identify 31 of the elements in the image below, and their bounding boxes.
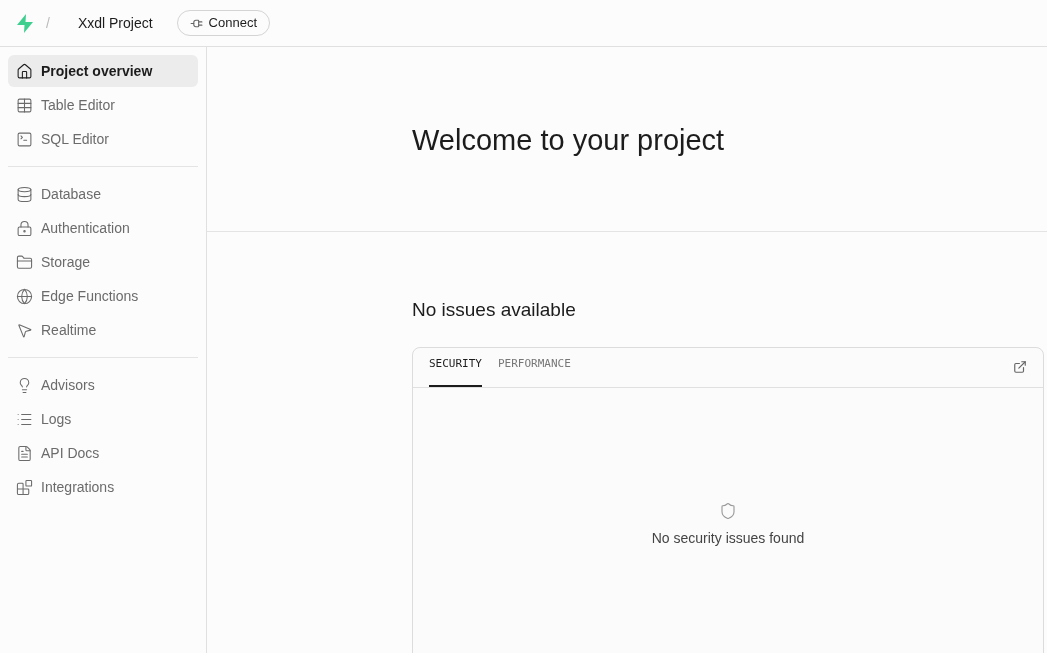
globe-icon [16,287,33,305]
table-icon [16,96,33,114]
sidebar-item[interactable]: Edge Functions [8,280,198,312]
blocks-icon [16,478,33,496]
sidebar-item[interactable]: Storage [8,246,198,278]
sidebar-item[interactable]: Realtime [8,314,198,346]
home-icon [16,62,33,80]
database-icon [16,185,33,203]
sidebar-item[interactable]: Table Editor [8,89,198,121]
external-link-icon[interactable] [1013,359,1027,374]
sidebar-item[interactable]: Integrations [8,471,198,503]
breadcrumb-separator: / [46,14,50,33]
issues-heading: No issues available [412,298,577,322]
sidebar-item[interactable]: Database [8,178,198,210]
sidebar-item[interactable]: SQL Editor [8,123,198,155]
terminal-icon [16,130,33,148]
document-icon [16,444,33,462]
sidebar-item[interactable]: Logs [8,403,198,435]
sidebar-item[interactable]: API Docs [8,437,198,469]
shield-icon [719,501,737,520]
page-title: Welcome to your project [412,123,726,158]
cursor-icon [16,321,33,339]
sidebar-item[interactable]: Project overview [8,55,198,87]
tab[interactable]: PERFORMANCE [498,356,571,387]
empty-message: No security issues found [651,528,805,548]
lock-icon [16,219,33,237]
sidebar-item[interactable]: Authentication [8,212,198,244]
tab[interactable]: SECURITY [429,356,482,387]
project-name[interactable]: Xxdl Project [77,13,153,33]
folder-icon [16,253,33,271]
sidebar-item[interactable]: Advisors [8,369,198,401]
